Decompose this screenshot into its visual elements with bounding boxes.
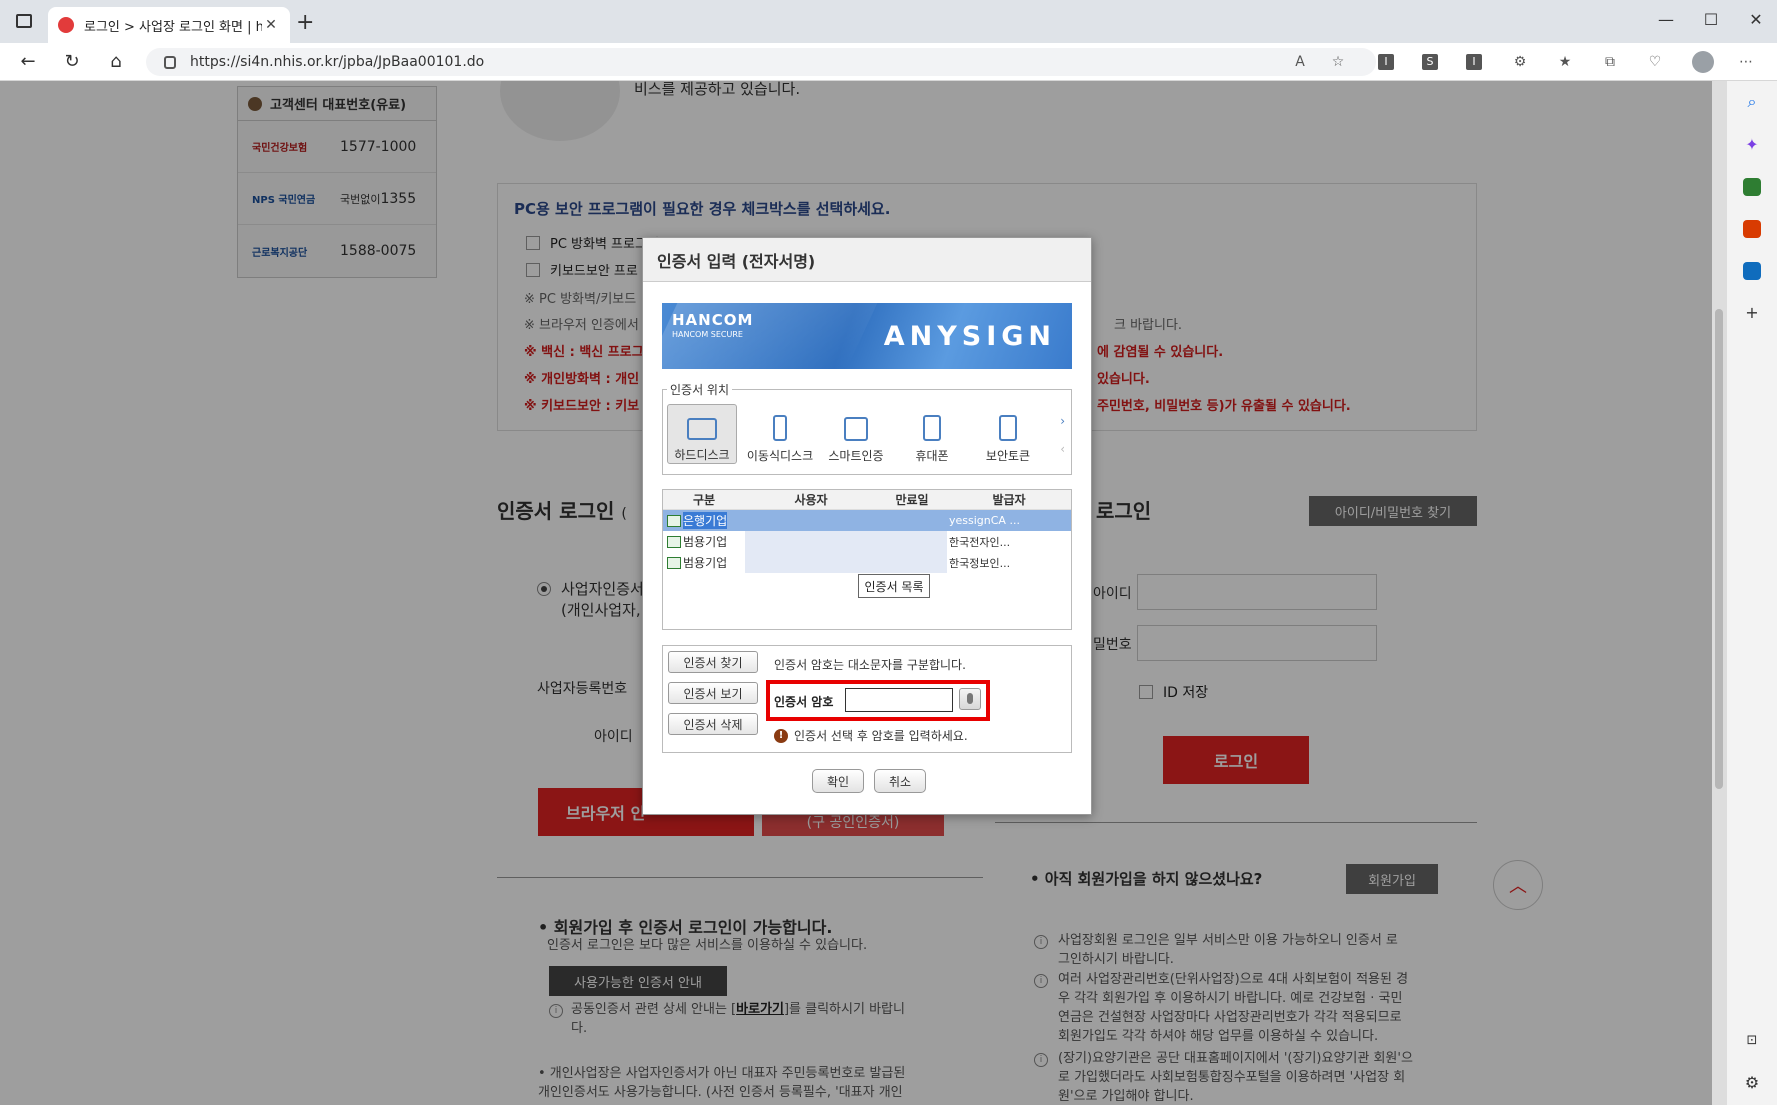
- tools-icon[interactable]: [1743, 178, 1761, 196]
- row-user: [745, 552, 877, 573]
- chevron-left-icon[interactable]: ‹: [1060, 442, 1065, 456]
- cert-location-group: 인증서 위치 하드디스크 이동식디스크 스마트인증 휴대폰 보안토큰 › ‹: [662, 381, 1072, 475]
- usb-icon: [773, 415, 787, 441]
- ok-button[interactable]: 확인: [812, 769, 864, 793]
- close-tab-icon[interactable]: ✕: [262, 17, 280, 33]
- back-icon[interactable]: ←: [16, 51, 40, 72]
- browser-essentials-icon[interactable]: ♡: [1646, 53, 1664, 71]
- maximize-icon[interactable]: ☐: [1696, 10, 1726, 29]
- page-scrollbar[interactable]: [1712, 81, 1726, 1105]
- hancom-secure-text: HANCOM SECURE: [672, 330, 743, 339]
- cert-list-header: 구분 사용자 만료일 발급자: [663, 490, 1071, 510]
- cert-location-legend: 인증서 위치: [667, 381, 733, 398]
- col-type: 구분: [692, 493, 716, 507]
- cert-list-button[interactable]: 인증서 목록: [858, 574, 930, 598]
- find-cert-button[interactable]: 인증서 찾기: [668, 651, 758, 673]
- url-bar[interactable]: https://si4n.nhis.or.kr/jpba/JpBaa00101.…: [146, 48, 1376, 76]
- cert-list: 구분 사용자 만료일 발급자 은행기업 yessignCA ... 범용기업 한…: [662, 489, 1072, 630]
- hancom-logo: HANCOM: [672, 311, 754, 329]
- scrollbar-thumb[interactable]: [1715, 309, 1723, 789]
- smart-cert-icon: [844, 417, 868, 441]
- col-issuer: 발급자: [992, 493, 1026, 507]
- row-issuer: 한국전자인...: [949, 535, 1011, 549]
- table-row[interactable]: 범용기업 한국정보인...: [663, 552, 1071, 573]
- profile-avatar[interactable]: [1692, 51, 1714, 73]
- case-sensitive-note: 인증서 암호는 대소문자를 구분합니다.: [774, 658, 966, 672]
- cert-password-input[interactable]: [845, 688, 953, 712]
- office-icon[interactable]: [1743, 220, 1761, 238]
- read-aloud-icon[interactable]: A: [1291, 53, 1309, 71]
- minimize-icon[interactable]: —: [1651, 10, 1681, 29]
- location-removable[interactable]: 이동식디스크: [745, 404, 815, 464]
- extension-3-icon[interactable]: I: [1466, 54, 1482, 70]
- add-sidebar-icon[interactable]: +: [1743, 304, 1761, 322]
- row-issuer: yessignCA ...: [947, 510, 1071, 531]
- chevron-right-icon[interactable]: ›: [1060, 414, 1065, 428]
- cert-password-group: 인증서 찾기 인증서 암호는 대소문자를 구분합니다. 인증서 보기 인증서 암…: [662, 645, 1072, 753]
- copilot-icon[interactable]: ✦: [1743, 136, 1761, 154]
- anysign-logo: ANYSIGN: [883, 321, 1056, 352]
- table-row[interactable]: 은행기업 yessignCA ...: [663, 510, 1071, 531]
- tab-title: 로그인 > 사업장 로그인 화면 | h: [84, 19, 262, 35]
- refresh-icon[interactable]: ↻: [60, 51, 84, 72]
- certificate-icon: [667, 556, 681, 569]
- home-icon[interactable]: ⌂: [104, 51, 128, 72]
- extensions-icon[interactable]: ⚙: [1511, 53, 1529, 71]
- sidebar-settings-icon[interactable]: ⚙: [1743, 1074, 1761, 1092]
- view-cert-button[interactable]: 인증서 보기: [668, 682, 758, 704]
- new-tab-icon[interactable]: +: [296, 10, 314, 35]
- more-menu-icon[interactable]: ⋯: [1737, 53, 1755, 71]
- browser-tab-bar: 로그인 > 사업장 로그인 화면 | h ✕ + — ☐ ✕: [0, 0, 1777, 43]
- col-user: 사용자: [794, 493, 828, 507]
- extension-1-icon[interactable]: I: [1378, 54, 1394, 70]
- browser-tab-active[interactable]: 로그인 > 사업장 로그인 화면 | h ✕: [48, 7, 290, 43]
- warning-icon: !: [774, 728, 788, 743]
- location-smart-cert[interactable]: 스마트인증: [821, 404, 891, 464]
- extension-2-icon[interactable]: S: [1422, 54, 1438, 70]
- table-row[interactable]: 범용기업 한국전자인...: [663, 531, 1071, 552]
- edge-sidebar: ⌕ ✦ + ⊡ ⚙: [1726, 81, 1777, 1105]
- location-phone[interactable]: 휴대폰: [897, 404, 967, 464]
- close-window-icon[interactable]: ✕: [1741, 10, 1771, 29]
- cert-input-dialog: 인증서 입력 (전자서명) HANCOM HANCOM SECURE ANYSI…: [642, 237, 1092, 815]
- search-icon[interactable]: ⌕: [1743, 93, 1761, 111]
- cert-password-label: 인증서 암호: [774, 695, 834, 709]
- delete-cert-button[interactable]: 인증서 삭제: [668, 713, 758, 735]
- location-security-token[interactable]: 보안토큰: [973, 404, 1043, 464]
- row-expiry: [877, 552, 947, 573]
- url-text: https://si4n.nhis.or.kr/jpba/JpBaa00101.…: [190, 54, 485, 70]
- sidebar-toggle-icon[interactable]: ⊡: [1743, 1032, 1761, 1050]
- col-expiry: 만료일: [895, 493, 929, 507]
- cancel-button[interactable]: 취소: [874, 769, 926, 793]
- phone-icon: [923, 415, 941, 441]
- virtual-keyboard-icon[interactable]: [959, 688, 981, 710]
- security-token-icon: [999, 415, 1017, 441]
- location-harddisk[interactable]: 하드디스크: [667, 404, 737, 464]
- favorites-icon[interactable]: ★: [1556, 53, 1574, 71]
- address-toolbar: ← ↻ ⌂ https://si4n.nhis.or.kr/jpba/JpBaa…: [0, 43, 1777, 81]
- certificate-icon: [667, 535, 681, 548]
- password-warning: ! 인증서 선택 후 암호를 입력하세요.: [774, 727, 968, 744]
- anysign-banner: HANCOM HANCOM SECURE ANYSIGN: [662, 303, 1072, 369]
- dialog-title: 인증서 입력 (전자서명): [643, 238, 1091, 282]
- outlook-icon[interactable]: [1743, 262, 1761, 280]
- collections-icon[interactable]: ⧉: [1601, 53, 1619, 71]
- site-favicon-icon: [58, 17, 74, 33]
- row-user: [745, 531, 877, 552]
- lock-icon: [164, 55, 176, 69]
- tab-actions-icon[interactable]: [16, 14, 32, 28]
- row-issuer: 한국정보인...: [949, 556, 1011, 570]
- certificate-icon: [667, 514, 681, 527]
- harddisk-icon: [687, 418, 717, 440]
- row-user: [745, 510, 877, 531]
- row-expiry: [877, 510, 947, 531]
- row-expiry: [877, 531, 947, 552]
- add-favorite-icon[interactable]: ☆: [1329, 53, 1347, 71]
